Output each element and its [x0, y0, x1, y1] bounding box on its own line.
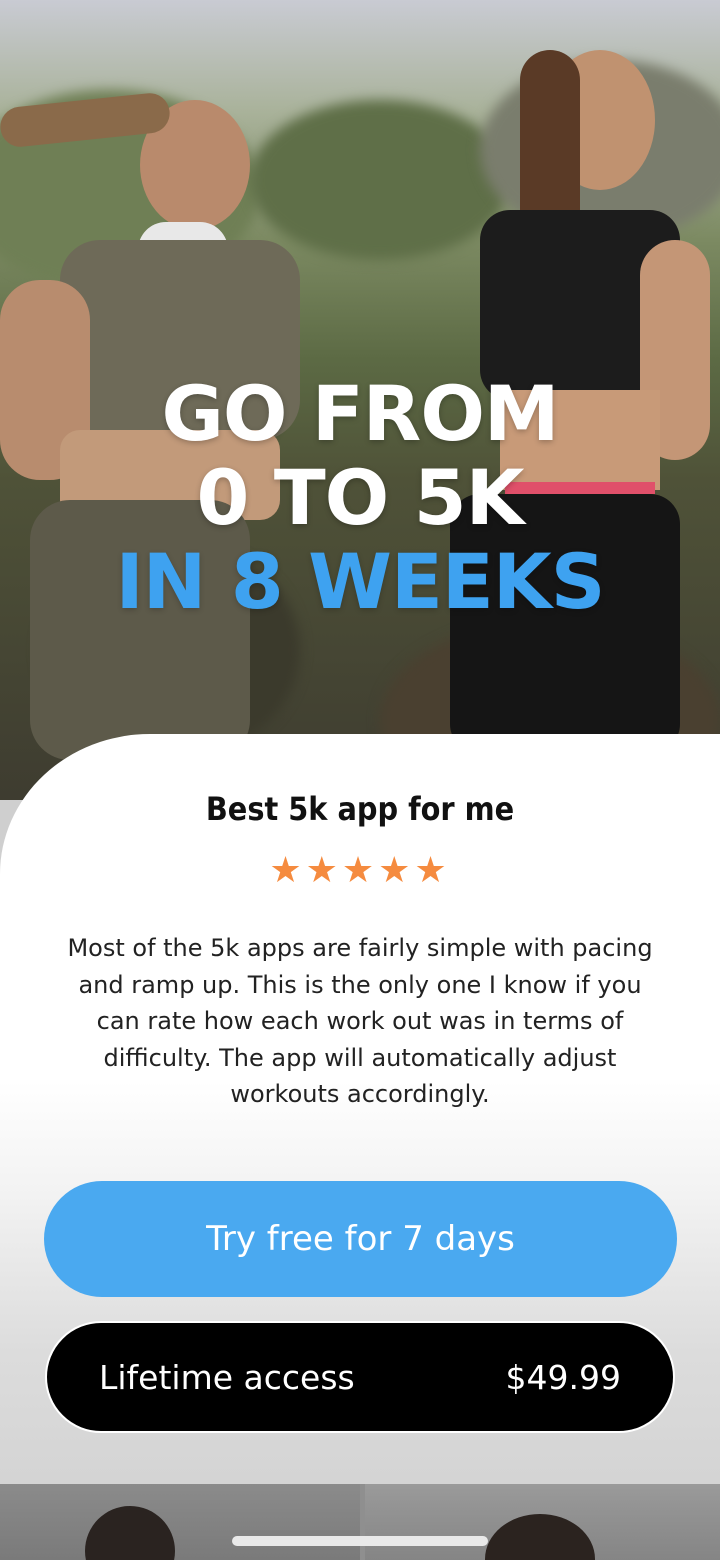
headline-line-3: IN 8 WEEKS	[115, 537, 606, 626]
headline-line-1: GO FROM	[161, 369, 559, 458]
rating-stars-icon: ★★★★★	[269, 850, 451, 891]
home-indicator[interactable]	[232, 1536, 488, 1546]
try-free-label: Try free for 7 days	[206, 1219, 515, 1259]
headline-line-2: 0 TO 5K	[196, 453, 524, 542]
try-free-button[interactable]: Try free for 7 days	[44, 1181, 677, 1297]
hero-headline: GO FROM 0 TO 5K IN 8 WEEKS	[0, 372, 720, 624]
lifetime-access-label: Lifetime access	[99, 1357, 355, 1397]
review-text: Most of the 5k apps are fairly simple wi…	[67, 934, 653, 1108]
testimonial-photo-strip[interactable]	[0, 1484, 720, 1560]
lifetime-access-button[interactable]: Lifetime access $49.99	[45, 1321, 675, 1433]
hero-photo: GO FROM 0 TO 5K IN 8 WEEKS	[0, 0, 720, 800]
review-title: Best 5k app for me	[205, 790, 515, 828]
lifetime-price: $49.99	[505, 1357, 621, 1397]
